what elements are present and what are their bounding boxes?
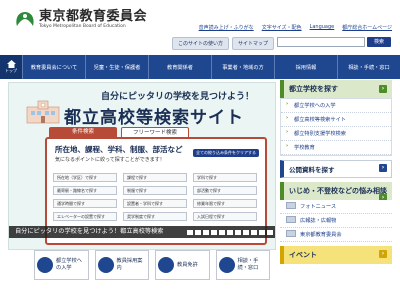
carousel-dot[interactable] [243, 230, 249, 235]
nav-item-consult[interactable]: 相談・手続・窓口 [337, 55, 400, 79]
tab-freeword-search[interactable]: フリーワード検索 [121, 127, 189, 137]
tokyo-gov-link[interactable]: 都庁総合ホームページ [342, 24, 392, 31]
nav-item-educators[interactable]: 教育関係者 [148, 55, 211, 79]
carousel-dot[interactable] [203, 230, 209, 235]
find-school-list: 都立学校への入学 都立高校等検索サイト 都立特別支援学校検索 学校教育 [280, 98, 392, 156]
bullying-label: いじめ・不登校などの悩み相談 [289, 187, 387, 195]
quick-link-cards: 都立学校への入学 教員採用案内 教員免許 相談・手続・窓口 [34, 250, 270, 280]
category-button[interactable]: 最寄駅・路線名で探す [53, 186, 117, 195]
site-header: 東京都教育委員会 Tokyo Metropolitan Board of Edu… [0, 0, 400, 55]
sidebar-link-board[interactable]: 東京都教育委員会 [280, 228, 392, 242]
carousel-dot[interactable] [211, 230, 217, 235]
card-recruit[interactable]: 教員採用案内 [94, 250, 149, 280]
panel-heading-line1: 所在地、課程、学科、制服、部活など [55, 145, 183, 154]
license-icon [158, 257, 174, 273]
category-button[interactable]: 学科で探す [193, 173, 257, 182]
event-link[interactable]: イベント › [280, 246, 392, 264]
carousel-dot[interactable] [235, 230, 241, 235]
carousel-dot[interactable] [267, 230, 273, 235]
sidebar-link-pr[interactable]: 広報誌・広報物 [280, 214, 392, 228]
how-to-use-button[interactable]: このサイトの使い方 [172, 37, 230, 50]
site-logo[interactable]: 東京都教育委員会 Tokyo Metropolitan Board of Edu… [14, 10, 147, 30]
category-button[interactable]: 部活動で探す [193, 186, 257, 195]
sidebar-link-label: 広報誌・広報物 [300, 218, 337, 224]
banner-title: 都立高校等検索サイト [64, 108, 244, 128]
category-button[interactable]: 修業年限で探す [193, 199, 257, 208]
chevron-right-icon: › [379, 164, 387, 172]
category-button[interactable]: 入試日程で探す [193, 212, 257, 221]
panel-heading: 所在地、課程、学科、制服、部活など 気になるポイントに絞って探すことができます！ [55, 145, 183, 165]
sidebar-link-label: 東京都教育委員会 [300, 232, 342, 238]
sidebar-item-special-school[interactable]: 都立特別支援学校検索 [281, 127, 391, 141]
search-input[interactable] [277, 37, 365, 47]
category-button[interactable]: 通学時間で探す [53, 199, 117, 208]
bullying-consult-link[interactable]: いじめ・不登校などの悩み相談 › [280, 182, 392, 202]
card-label: 相談・手続・窓口 [237, 258, 259, 271]
main-banner[interactable]: 自分にピッタリの学校を見つけよう！ 都立高校等検索サイト 条件検索 フリーワード… [8, 82, 276, 250]
sidebar-link-photo-news[interactable]: フォトニュース [280, 200, 392, 214]
carousel-dot[interactable] [195, 230, 201, 235]
banner-subtitle: 自分にピッタリの学校を見つけよう！ [101, 92, 255, 102]
text-size-link[interactable]: 文字サイズ・配色 [262, 24, 302, 31]
home-icon [6, 60, 16, 68]
book-icon [286, 230, 296, 237]
nav-item-business[interactable]: 事業者・地域の方 [211, 55, 274, 79]
publications-link[interactable]: 公開資料を探す › [280, 160, 392, 178]
sidebar-item-education[interactable]: 学校教育 [281, 141, 391, 155]
category-button[interactable]: 所在地（学区）で探す [53, 173, 117, 182]
header-pills: このサイトの使い方 サイトマップ [172, 37, 275, 50]
card-label: 教員採用案内 [116, 258, 143, 271]
tab-condition-search[interactable]: 条件検索 [49, 127, 117, 137]
chevron-right-icon: › [379, 250, 387, 258]
nav-home[interactable]: トップ [0, 55, 22, 79]
org-name: 東京都教育委員会 [39, 9, 148, 24]
panel-heading-line2: 気になるポイントに絞って探すことができます！ [55, 157, 165, 163]
counter-icon [218, 257, 235, 273]
category-button[interactable]: 奨学制度で探す [123, 212, 187, 221]
carousel-dot[interactable] [275, 230, 276, 235]
sidebar-item-admission[interactable]: 都立学校への入学 [281, 99, 391, 113]
search-button[interactable]: 検索 [367, 37, 391, 47]
publications-label: 公開資料を探す [289, 166, 335, 174]
school-icon [37, 257, 53, 273]
card-license[interactable]: 教員免許 [155, 250, 210, 280]
card-label: 都立学校への入学 [56, 258, 82, 271]
carousel-dot[interactable] [259, 230, 265, 235]
chevron-right-icon: › [379, 85, 387, 93]
carousel-dot[interactable] [219, 230, 225, 235]
category-button[interactable]: 課程で探す [123, 173, 187, 182]
find-school-heading[interactable]: 都立学校を探す › [280, 80, 392, 98]
nav-item-recruit[interactable]: 採用情報 [274, 55, 337, 79]
sitemap-button[interactable]: サイトマップ [232, 37, 275, 50]
carousel-dot[interactable] [227, 230, 233, 235]
photo-icon [286, 202, 296, 209]
card-label: 教員免許 [177, 261, 198, 268]
find-school-label: 都立学校を探す [289, 85, 338, 93]
sidebar-link-label: フォトニュース [300, 204, 337, 210]
tokyo-emblem-icon [14, 10, 36, 28]
card-admission[interactable]: 都立学校への入学 [34, 250, 89, 280]
nav-home-label: トップ [5, 68, 17, 73]
category-button[interactable]: 設置者・学科で探す [123, 199, 187, 208]
language-link[interactable]: Language [310, 24, 335, 31]
read-aloud-link[interactable]: 音声読み上げ・ふりがな [199, 24, 254, 31]
teacher-icon [97, 257, 114, 273]
carousel-dots [187, 230, 276, 235]
magazine-icon [286, 216, 296, 223]
nav-item-students[interactable]: 児童・生徒・保護者 [85, 55, 148, 79]
category-button[interactable]: エレベーターの設置で探す [53, 212, 117, 221]
utility-links: 音声読み上げ・ふりがな 文字サイズ・配色 Language 都庁総合ホームページ [199, 24, 392, 31]
sidebar: 都立学校を探す › 都立学校への入学 都立高校等検索サイト 都立特別支援学校検索… [280, 80, 392, 264]
global-nav: トップ 教育委員会について 児童・生徒・保護者 教育関係者 事業者・地域の方 採… [0, 55, 400, 79]
event-label: イベント [289, 251, 317, 259]
clear-filters-button[interactable]: 全ての絞り込み条件をクリアする [193, 149, 259, 157]
card-consult[interactable]: 相談・手続・窓口 [215, 250, 270, 280]
category-button[interactable]: 制服で探す [123, 186, 187, 195]
carousel-dot[interactable] [187, 230, 193, 235]
school-building-icon [26, 100, 60, 124]
nav-item-about[interactable]: 教育委員会について [22, 55, 85, 79]
carousel-dot[interactable] [251, 230, 257, 235]
org-name-en: Tokyo Metropolitan Board of Education [39, 24, 126, 29]
sidebar-item-school-search[interactable]: 都立高校等検索サイト [281, 113, 391, 127]
